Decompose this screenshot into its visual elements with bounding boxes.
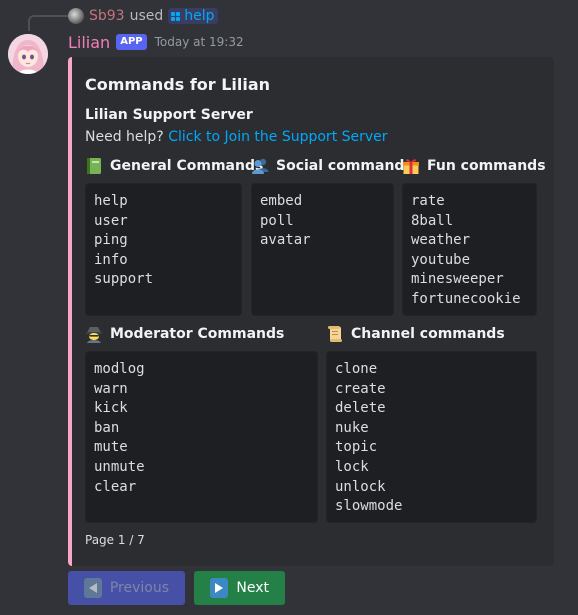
replied-username[interactable]: Sb93 (89, 8, 125, 24)
field-name: Fun commands (427, 158, 546, 174)
next-button-label: Next (236, 580, 269, 596)
detective-icon (85, 325, 103, 343)
reply-used-text: used (129, 8, 164, 24)
command-item: poll (260, 212, 294, 229)
command-item: 8ball (411, 212, 454, 229)
field-name: Channel commands (351, 326, 505, 342)
field-moderator-commands: Moderator Commands (85, 324, 284, 344)
message-header: Lilian APP Today at 19:32 (68, 31, 244, 53)
code-block-channel: clone create delete nuke topic lock unlo… (326, 351, 537, 523)
embed-subtitle: Lilian Support Server (85, 107, 253, 123)
app-badge: APP (116, 34, 147, 50)
support-server-link[interactable]: Click to Join the Support Server (168, 129, 387, 145)
command-item: kick (94, 400, 128, 417)
command-item: embed (260, 193, 303, 209)
command-item: rate (411, 193, 445, 209)
field-general-commands: General Commands (85, 156, 263, 176)
command-item: topic (335, 439, 378, 456)
timestamp[interactable]: Today at 19:32 (155, 35, 244, 49)
previous-button-label: Previous (109, 580, 169, 596)
left-arrow-icon (84, 578, 102, 598)
command-item: fortunecookie (411, 290, 521, 307)
wrapped-gift-icon (402, 157, 420, 175)
command-item: support (94, 271, 154, 288)
command-item: clone (335, 361, 378, 377)
command-item: unlock (335, 478, 386, 495)
avatar[interactable] (8, 34, 48, 74)
command-item: nuke (335, 419, 369, 436)
command-item: mute (94, 439, 128, 456)
help-prefix: Need help? (85, 129, 164, 145)
command-item: info (94, 251, 128, 268)
command-item: warn (94, 380, 128, 397)
field-name: Social commands (276, 158, 413, 174)
code-block-fun: rate 8ball weather youtube minesweeper f… (402, 183, 537, 316)
scroll-icon (326, 325, 344, 343)
command-item: unmute (94, 458, 145, 475)
previous-button[interactable]: Previous (68, 571, 185, 605)
command-item: help (94, 193, 128, 209)
field-social-commands: Social commands (251, 156, 413, 176)
command-item: minesweeper (411, 271, 504, 288)
field-fun-commands: Fun commands (402, 156, 546, 176)
command-item: avatar (260, 232, 311, 249)
replied-user-avatar[interactable] (68, 8, 84, 24)
field-channel-commands: Channel commands (326, 324, 505, 344)
embed-help-line: Need help? Click to Join the Support Ser… (85, 129, 388, 145)
right-arrow-icon (210, 578, 229, 598)
next-button[interactable]: Next (194, 571, 285, 605)
slash-command-icon (171, 11, 181, 21)
command-item: slowmode (335, 498, 403, 515)
command-item: ban (94, 419, 120, 436)
busts-in-silhouette-icon (251, 157, 269, 175)
code-block-moderator: modlog warn kick ban mute unmute clear (85, 351, 318, 523)
command-item: ping (94, 232, 128, 249)
field-name: Moderator Commands (110, 326, 285, 342)
slash-command-mention[interactable]: help (168, 8, 218, 24)
command-item: youtube (411, 251, 471, 268)
field-name: General Commands (110, 158, 264, 174)
command-item: lock (335, 458, 369, 475)
embed-title: Commands for Lilian (85, 75, 271, 94)
slash-command-name: help (184, 8, 215, 24)
embed-footer: Page 1 / 7 (85, 533, 145, 547)
green-book-icon (85, 157, 103, 175)
author-name[interactable]: Lilian (68, 33, 110, 52)
command-item: modlog (94, 361, 145, 377)
code-block-general: help user ping info support (85, 183, 242, 316)
command-item: delete (335, 400, 386, 417)
command-item: create (335, 380, 386, 397)
command-item: weather (411, 232, 471, 249)
reply-connector (28, 15, 68, 31)
command-item: user (94, 212, 128, 229)
reply-context[interactable]: Sb93 used help (68, 6, 218, 26)
command-item: clear (94, 478, 137, 495)
embed-card: Commands for Lilian Lilian Support Serve… (68, 57, 554, 566)
code-block-social: embed poll avatar (251, 183, 394, 316)
